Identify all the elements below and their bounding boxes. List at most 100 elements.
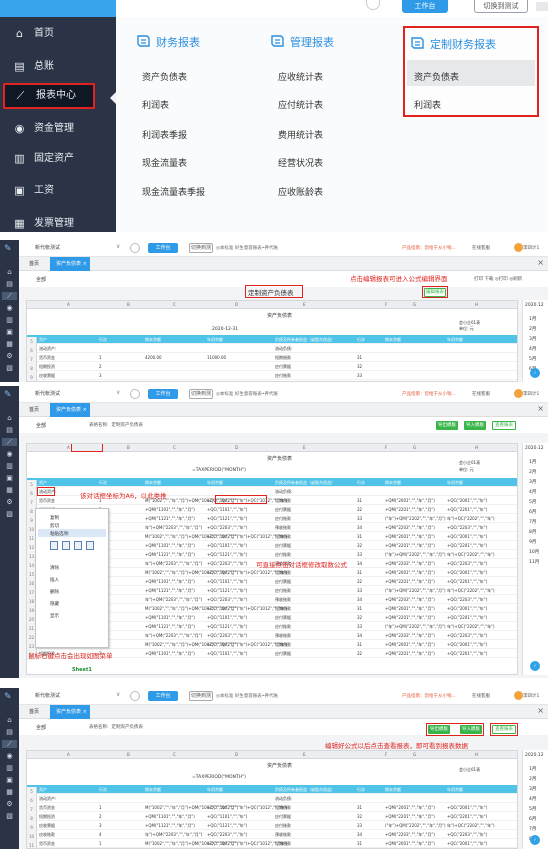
month-option[interactable]: 7月 xyxy=(529,519,536,525)
cell[interactable]: 31 xyxy=(357,355,362,360)
cell[interactable]: +QC("2203","","年") xyxy=(207,633,247,639)
cell[interactable]: 1 xyxy=(99,805,102,810)
month-option[interactable]: 11月 xyxy=(529,559,539,565)
cell[interactable]: 32 xyxy=(357,814,362,819)
cell[interactable]: ("年")+QM("2202","","年","月") xyxy=(385,823,446,829)
cell[interactable]: 34 xyxy=(357,561,362,566)
cell[interactable]: 2 xyxy=(99,814,102,819)
sidebar-item-2[interactable]: ⟋ 报表中心 xyxy=(3,83,95,109)
cell[interactable]: 流动负债: xyxy=(275,489,292,495)
invoice-icon[interactable]: ▦ xyxy=(5,486,14,494)
cell[interactable]: +QM("2203","","年","月") xyxy=(385,597,435,603)
context-menu-item[interactable]: 粘贴选项: xyxy=(50,531,70,537)
cell[interactable]: +QM("1121","","年","月") xyxy=(145,823,195,829)
cell[interactable]: 预收账款 xyxy=(275,633,291,639)
month-option[interactable]: 1月 xyxy=(529,766,536,772)
row-number[interactable]: 11 xyxy=(27,841,37,848)
switch-button[interactable]: 切换到测 xyxy=(189,389,213,399)
refresh-icon[interactable] xyxy=(130,691,140,701)
context-menu-item[interactable]: 隐藏 xyxy=(50,601,59,607)
cell[interactable]: 34 xyxy=(357,633,362,638)
column-letter[interactable]: F xyxy=(385,302,387,307)
cell[interactable]: 33 xyxy=(357,624,362,629)
sidebar-item-3[interactable]: ◉ 资金管理 xyxy=(0,116,116,142)
home-icon[interactable]: ⌂ xyxy=(5,268,14,276)
cell[interactable]: 负债及所有者权益（或股东权益） xyxy=(275,337,335,343)
period-value[interactable]: 2020.12 xyxy=(525,303,544,308)
money-icon[interactable]: ◉ xyxy=(5,752,14,760)
cell[interactable]: +QM("2201","","年","月") xyxy=(385,543,435,549)
cell[interactable]: 34 xyxy=(357,597,362,602)
table-row[interactable]: 7 货币资金 1 M("1002","","年","月")+QM("1002","",… xyxy=(27,803,517,814)
product-guide-link[interactable]: 产品指南：您给于从小钱... xyxy=(402,693,456,699)
account-name[interactable]: 新代帐测试 xyxy=(35,244,60,251)
column-letter[interactable]: G xyxy=(413,752,416,757)
month-option[interactable]: 5月 xyxy=(529,499,536,505)
product-guide-link[interactable]: 产品指南：您给于从小钱... xyxy=(402,245,456,251)
cell[interactable]: 短期投资 xyxy=(39,814,55,820)
refresh-icon[interactable] xyxy=(130,389,140,399)
spreadsheet[interactable]: A B C D E F G H 资产负债表 会小企01表 单位: 元 2020-12-31 5 资产 行次期… xyxy=(26,300,518,382)
column-letter[interactable]: H xyxy=(475,445,478,450)
cell[interactable]: 货币资金 xyxy=(39,841,55,847)
close-icon[interactable]: × xyxy=(537,706,544,715)
cell[interactable]: 短期借款 xyxy=(275,355,291,361)
table-row[interactable]: 6 流动资产: 流动负债: xyxy=(27,344,517,355)
menu-item-operation[interactable]: 经营状况表 xyxy=(278,156,323,169)
month-option[interactable]: 6月 xyxy=(529,816,536,822)
help-link[interactable]: 在线客服 xyxy=(472,391,490,397)
close-icon[interactable]: × xyxy=(537,258,544,267)
cell[interactable]: 年初余额 xyxy=(447,337,463,343)
cell[interactable]: +QM("1121","","年","月") xyxy=(145,588,195,594)
tax-icon[interactable]: ▧ xyxy=(5,812,14,820)
cell[interactable]: 应付票据 xyxy=(275,364,291,370)
salary-icon[interactable]: ▣ xyxy=(5,328,14,336)
cell[interactable]: +QC("2203","","年") xyxy=(447,633,487,639)
cell[interactable]: 31 xyxy=(357,642,362,647)
cell[interactable]: +QC("2201","","年") xyxy=(447,814,487,820)
paste-values-icon[interactable] xyxy=(62,541,70,550)
cell[interactable]: 期末余额 xyxy=(385,787,401,793)
tab-home[interactable]: 首页 xyxy=(29,260,39,267)
cell[interactable]: +QC("1121","","年") xyxy=(207,552,247,558)
cell[interactable]: 应付票据 xyxy=(275,543,291,549)
cell[interactable]: 11000.00 xyxy=(207,355,226,360)
cell[interactable]: +QC("2201","","年") xyxy=(447,543,487,549)
period-value[interactable]: 2020.12 xyxy=(525,753,544,758)
table-row[interactable]: 9 应收票据 3 应付账款 33 xyxy=(27,371,517,381)
cell[interactable]: +QC("1101","","年") xyxy=(207,615,247,621)
ledger-icon[interactable]: ▤ xyxy=(5,728,14,736)
money-icon[interactable]: ◉ xyxy=(5,304,14,312)
context-menu-item[interactable]: 清除 xyxy=(50,565,59,571)
cell[interactable]: 应付账款 xyxy=(275,373,291,379)
settings-icon[interactable]: ⚙ xyxy=(5,800,14,808)
month-option[interactable]: 1月 xyxy=(529,459,536,465)
menu-item-income[interactable]: 利润表 xyxy=(142,98,169,111)
cell[interactable]: +QC("2001","","年") xyxy=(447,534,487,540)
cell[interactable]: 预收账款 xyxy=(275,832,291,838)
cell[interactable]: 31 xyxy=(357,805,362,810)
cell[interactable]: 货币资金 xyxy=(39,805,55,811)
cell[interactable]: 年")+QC("2202","","年") xyxy=(447,588,495,594)
cell[interactable]: +QC("2001","","年") xyxy=(447,805,487,811)
menu-item-payable[interactable]: 应付统计表 xyxy=(278,98,323,111)
chart-line-icon[interactable]: ⟋ xyxy=(2,292,17,300)
cell[interactable]: +QM("2201","","年","月") xyxy=(385,814,435,820)
cell[interactable]: +QC("1101","","年") xyxy=(207,579,247,585)
cell[interactable]: +QC("2001","","年") xyxy=(447,642,487,648)
period-confirm-button[interactable]: ✓ xyxy=(530,368,540,378)
user-name[interactable]: 李四计1 xyxy=(523,693,539,699)
cell[interactable]: +QM("2201","","年","月") xyxy=(385,579,435,585)
switch-button[interactable]: 切换到测 xyxy=(189,243,213,253)
cell[interactable]: 32 xyxy=(357,579,362,584)
menu-item-aging[interactable]: 应收账龄表 xyxy=(278,185,323,198)
column-letter[interactable]: C xyxy=(173,445,176,450)
cell[interactable]: +QC("2203","","年") xyxy=(447,597,487,603)
cell[interactable]: 34 xyxy=(357,832,362,837)
cell[interactable]: +QM("1101","","年","月") xyxy=(145,814,195,820)
month-option[interactable]: 2月 xyxy=(529,469,536,475)
cell[interactable]: 资产 xyxy=(39,480,47,486)
cell[interactable]: 期末余额 xyxy=(145,337,161,343)
cell[interactable]: 短期借款 xyxy=(275,534,291,540)
avatar[interactable] xyxy=(514,243,523,252)
